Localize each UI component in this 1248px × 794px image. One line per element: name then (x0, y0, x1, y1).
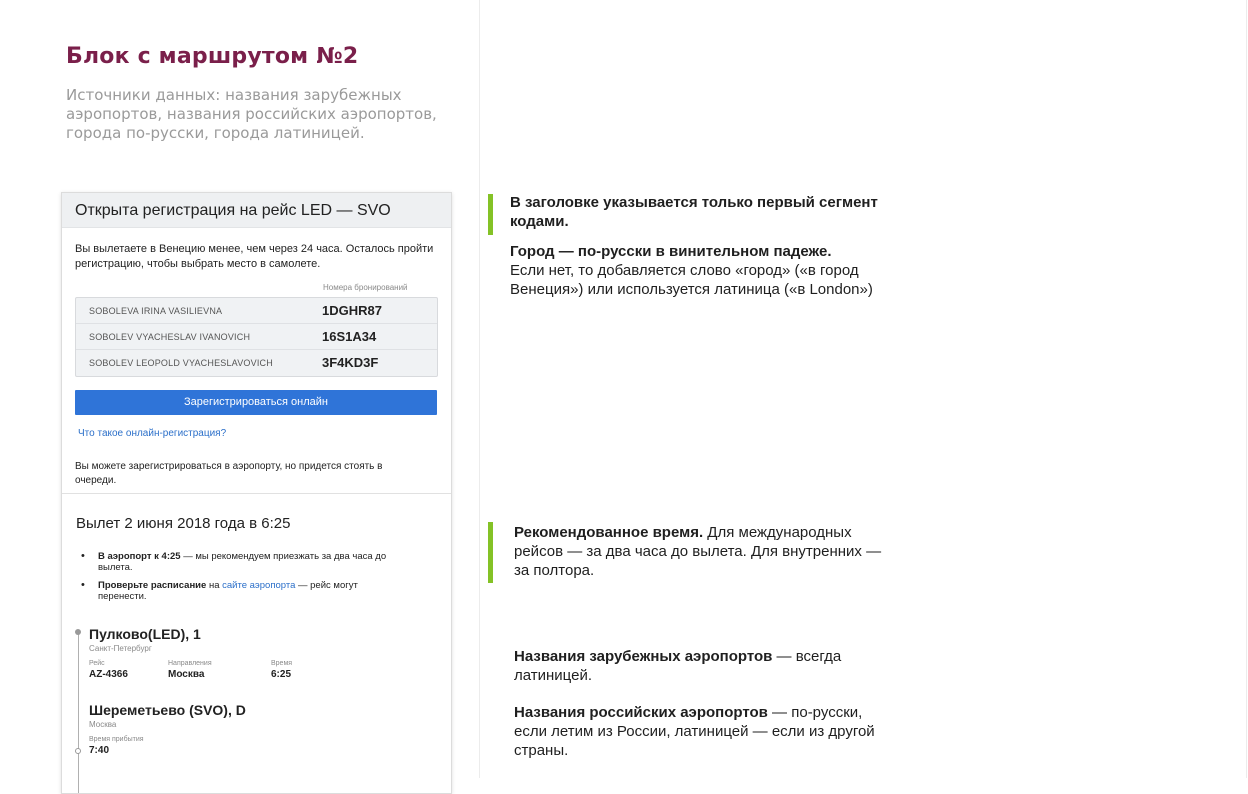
passenger-row: SOBOLEV VYACHESLAV IVANOVICH 16S1A34 (76, 324, 437, 350)
bullet-bold: Проверьте расписание (98, 580, 207, 591)
annotation-city-case: Город — по-русски в винительном падеже. Е… (510, 242, 890, 299)
passenger-row: SOBOLEV LEOPOLD VYACHESLAVOVICH 3F4KD3F (76, 350, 437, 375)
passenger-name: SOBOLEV LEOPOLD VYACHESLAVOVICH (89, 358, 273, 368)
annotation-bold: Названия российских аэропортов (514, 704, 768, 721)
annotation-bold: Названия зарубежных аэропортов (514, 648, 773, 665)
bullet-airport-time: В аэропорт к 4:25 — мы рекомендуем приез… (81, 551, 408, 573)
annotation-bold: Рекомендованное время. (514, 524, 704, 541)
annotation-bold: В заголовке указывается только первый се… (510, 194, 878, 230)
online-checkin-button[interactable]: Зарегистрироваться онлайн (75, 390, 437, 415)
airport-checkin-note: Вы можете зарегистрироваться в аэропорту… (75, 461, 383, 486)
time-value: 6:25 (271, 669, 292, 680)
direction-label: Направления (168, 660, 212, 667)
timeline-end-dot (75, 748, 81, 754)
online-checkin-info-link[interactable]: Что такое онлайн-регистрация? (78, 428, 226, 439)
booking-code: 1DGHR87 (322, 303, 382, 318)
annotation-foreign-airports: Названия зарубежных аэропортов — всегда … (514, 647, 894, 685)
annotation-header-codes: В заголовке указывается только первый се… (510, 193, 890, 231)
departure-heading: Вылет 2 июня 2018 года в 6:25 (76, 515, 291, 532)
origin-city: Санкт-Петербург (89, 644, 152, 653)
annotation-accent-bar (488, 194, 493, 235)
intro-text: Вы вылетаете в Венецию менее, чем через … (75, 243, 434, 270)
annotation-russian-airports: Названия российских аэропортов — по-русс… (514, 703, 894, 760)
booking-code: 16S1A34 (322, 329, 377, 344)
bullet-schedule: Проверьте расписание на сайте аэропорта … (81, 580, 408, 602)
page-title: Блок с маршрутом №2 (66, 44, 359, 69)
passenger-table: SOBOLEVA IRINA VASILIEVNA 1DGHR87 SOBOLE… (75, 297, 438, 377)
destination-airport: Шереметьево (SVO), D (89, 702, 246, 718)
route-timeline (78, 633, 79, 793)
passenger-name: SOBOLEV VYACHESLAV IVANOVICH (89, 332, 251, 342)
bullet-bold: В аэропорт к 4:25 (98, 551, 181, 562)
column-divider (479, 0, 480, 778)
page-subtitle: Источники данных: названия зарубежных аэ… (66, 86, 437, 142)
annotation-recommended-time: Рекомендованное время. Для международных… (514, 523, 894, 580)
destination-city: Москва (89, 720, 117, 729)
email-card: Открыта регистрация на рейс LED — SVO Вы… (61, 192, 452, 794)
annotation-text: Если нет, то добавляется слово «город» (… (510, 262, 873, 298)
pnr-caption: Номера бронирований (323, 283, 408, 292)
divider (62, 493, 451, 494)
arrival-label: Время прибытия (89, 736, 144, 743)
timeline-start-dot (75, 629, 81, 635)
flight-label: Рейс (89, 660, 105, 667)
annotation-accent-bar (488, 522, 493, 583)
booking-code: 3F4KD3F (322, 355, 379, 370)
passenger-name: SOBOLEVA IRINA VASILIEVNA (89, 306, 223, 316)
arrival-value: 7:40 (89, 745, 110, 756)
airport-site-link[interactable]: сайте аэропорта (222, 580, 295, 591)
flight-value: AZ-4366 (89, 669, 128, 680)
origin-airport: Пулково(LED), 1 (89, 626, 201, 642)
direction-value: Москва (168, 669, 205, 680)
time-label: Время (271, 660, 293, 667)
passenger-row: SOBOLEVA IRINA VASILIEVNA 1DGHR87 (76, 298, 437, 324)
bullet-text: на (206, 580, 223, 591)
annotation-bold: Город — по-русски в винительном падеже. (510, 243, 832, 260)
card-header: Открыта регистрация на рейс LED — SVO (62, 193, 451, 228)
right-edge-divider (1246, 0, 1247, 778)
